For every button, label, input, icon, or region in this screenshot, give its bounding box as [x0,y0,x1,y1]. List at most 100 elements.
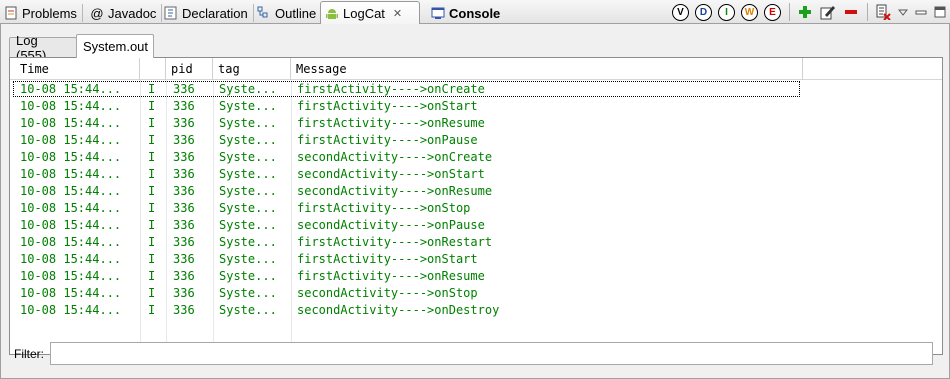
edit-filter-icon[interactable] [819,3,837,21]
cell-message: firstActivity---->onStart [297,252,478,266]
android-icon [325,7,339,21]
table-body: 10-08 15:44... I 336 Syste... firstActivity-… [10,81,942,319]
cell-time: 10-08 15:44... [20,150,122,164]
cell-level: I [148,82,156,96]
cell-level: I [148,286,156,300]
table-row[interactable]: 10-08 15:44... I 336 Syste... firstActivity-… [10,234,942,251]
tab-problems[interactable]: Problems [0,2,83,24]
cell-message: firstActivity---->onStart [297,99,478,113]
tab-outline[interactable]: Outline [253,2,323,24]
cell-pid: 336 [173,82,195,96]
cell-tag: Syste... [219,286,277,300]
tab-label: System.out [83,39,149,54]
cell-time: 10-08 15:44... [20,286,122,300]
info-level-button[interactable]: I [718,3,735,21]
cell-tag: Syste... [219,235,277,249]
verbose-level-button[interactable]: V [672,3,689,21]
cell-time: 10-08 15:44... [20,218,122,232]
table-row[interactable]: 10-08 15:44... I 336 Syste... firstActivity-… [10,98,942,115]
table-row[interactable]: 10-08 15:44... I 336 Syste... firstActivity-… [10,115,942,132]
column-header-message[interactable]: Message [291,58,803,80]
cell-pid: 336 [173,303,195,317]
cell-pid: 336 [173,150,195,164]
cell-level: I [148,235,156,249]
cell-pid: 336 [173,286,195,300]
cell-tag: Syste... [219,82,277,96]
column-header-tag[interactable]: tag [213,58,291,80]
tab-label: Declaration [182,5,248,21]
table-row[interactable]: 10-08 15:44... I 336 Syste... firstActivity-… [10,132,942,149]
tab-log[interactable]: Log (555) [9,33,77,63]
cell-tag: Syste... [219,269,277,283]
tab-label: Outline [275,5,317,21]
cell-message: firstActivity---->onResume [297,116,485,130]
cell-pid: 336 [173,184,195,198]
cell-level: I [148,218,156,232]
debug-level-button[interactable]: D [695,3,712,21]
view-menu-icon[interactable] [897,3,909,21]
cell-pid: 336 [173,201,195,215]
tab-declaration[interactable]: Declaration [160,2,254,24]
log-table[interactable]: Time pid tag Message 10-08 15:44... I 336 S… [9,57,943,355]
maximize-icon[interactable] [933,3,947,21]
table-row[interactable]: 10-08 15:44... I 336 Syste... firstActivity-… [10,81,942,98]
column-header-level[interactable] [140,58,166,80]
cell-pid: 336 [173,133,195,147]
minimize-icon[interactable] [914,3,928,21]
outline-icon [257,6,271,20]
tab-console[interactable]: Console [427,2,506,24]
cell-tag: Syste... [219,167,277,181]
table-row[interactable]: 10-08 15:44... I 336 Syste... firstActivity-… [10,200,942,217]
cell-pid: 336 [173,252,195,266]
tab-label: Console [449,5,501,21]
cell-pid: 336 [173,99,195,113]
error-level-button[interactable]: E [764,3,781,21]
cell-time: 10-08 15:44... [20,252,122,266]
tab-javadoc[interactable]: @ Javadoc [86,2,163,24]
column-header-pid[interactable]: pid [166,58,213,80]
table-row[interactable]: 10-08 15:44... I 336 Syste... secondActivity… [10,302,942,319]
column-header-time[interactable]: Time [15,58,140,80]
table-row[interactable]: 10-08 15:44... I 336 Syste... firstActivity-… [10,268,942,285]
declaration-icon [164,6,178,20]
filter-input[interactable] [50,342,933,365]
cell-message: secondActivity---->onStop [297,286,478,300]
cell-time: 10-08 15:44... [20,99,122,113]
cell-level: I [148,303,156,317]
clear-log-icon[interactable] [874,3,892,21]
cell-level: I [148,201,156,215]
remove-filter-icon[interactable] [842,3,860,21]
table-row[interactable]: 10-08 15:44... I 336 Syste... firstActivity-… [10,251,942,268]
cell-time: 10-08 15:44... [20,116,122,130]
cell-time: 10-08 15:44... [20,82,122,96]
cell-tag: Syste... [219,303,277,317]
table-row[interactable]: 10-08 15:44... I 336 Syste... secondActivity… [10,149,942,166]
cell-time: 10-08 15:44... [20,167,122,181]
console-icon [431,6,445,20]
cell-time: 10-08 15:44... [20,235,122,249]
close-icon[interactable]: ✕ [393,7,402,20]
warning-level-button[interactable]: W [741,3,758,21]
table-row[interactable]: 10-08 15:44... I 336 Syste... secondActivity… [10,166,942,183]
cell-message: secondActivity---->onDestroy [297,303,500,317]
cell-level: I [148,269,156,283]
tab-label: LogCat [343,6,385,21]
table-row[interactable]: 10-08 15:44... I 336 Syste... secondActivity… [10,217,942,234]
cell-time: 10-08 15:44... [20,201,122,215]
table-row[interactable]: 10-08 15:44... I 336 Syste... secondActivity… [10,183,942,200]
cell-tag: Syste... [219,133,277,147]
logcat-panel: Log (555) System.out Time pid tag Messag… [0,24,950,379]
cell-level: I [148,150,156,164]
cell-level: I [148,167,156,181]
table-row[interactable]: 10-08 15:44... I 336 Syste... secondActivity… [10,285,942,302]
cell-pid: 336 [173,116,195,130]
toolbar-divider [867,3,868,21]
cell-tag: Syste... [219,116,277,130]
cell-level: I [148,99,156,113]
cell-level: I [148,252,156,266]
tab-system-out[interactable]: System.out [76,34,154,58]
cell-pid: 336 [173,167,195,181]
add-filter-icon[interactable] [796,3,814,21]
tab-logcat[interactable]: LogCat ✕ [320,1,420,25]
cell-message: firstActivity---->onCreate [297,82,485,96]
